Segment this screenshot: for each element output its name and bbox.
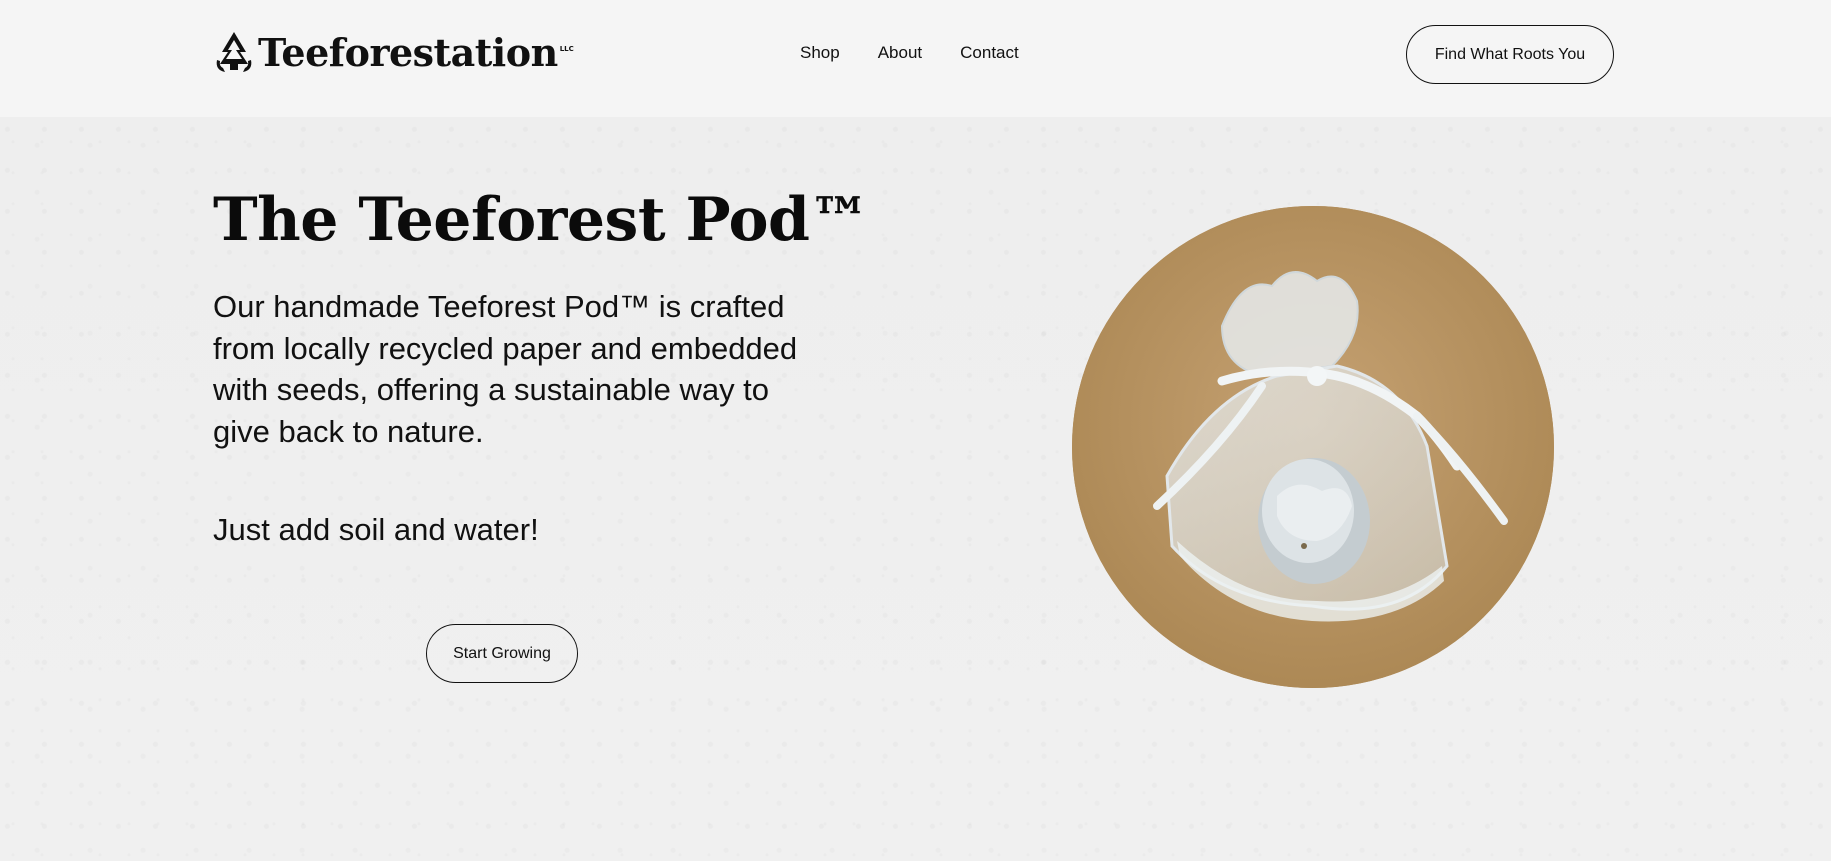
- recycle-tree-icon: [216, 32, 252, 72]
- page-title: The Teeforest Pod™: [213, 185, 869, 255]
- seed-pod-bag-illustration: [1072, 206, 1554, 688]
- brand-logo[interactable]: Teeforestation LLC: [213, 27, 574, 77]
- hero-description: Our handmade Teeforest Pod™ is crafted f…: [213, 289, 798, 449]
- nav-item-shop[interactable]: Shop: [800, 43, 840, 63]
- nav-item-about[interactable]: About: [878, 43, 922, 63]
- brand-suffix: LLC: [559, 45, 574, 53]
- hero-subtitle: Just add soil and water!: [213, 512, 539, 547]
- product-image: [1072, 206, 1554, 688]
- find-what-roots-you-button[interactable]: Find What Roots You: [1406, 25, 1614, 84]
- start-growing-button[interactable]: Start Growing: [426, 624, 578, 683]
- nav-item-contact[interactable]: Contact: [960, 43, 1019, 63]
- main-nav: Shop About Contact: [800, 43, 1019, 63]
- brand-name: Teeforestation: [258, 29, 558, 75]
- site-header: Teeforestation LLC Shop About Contact Fi…: [0, 0, 1831, 117]
